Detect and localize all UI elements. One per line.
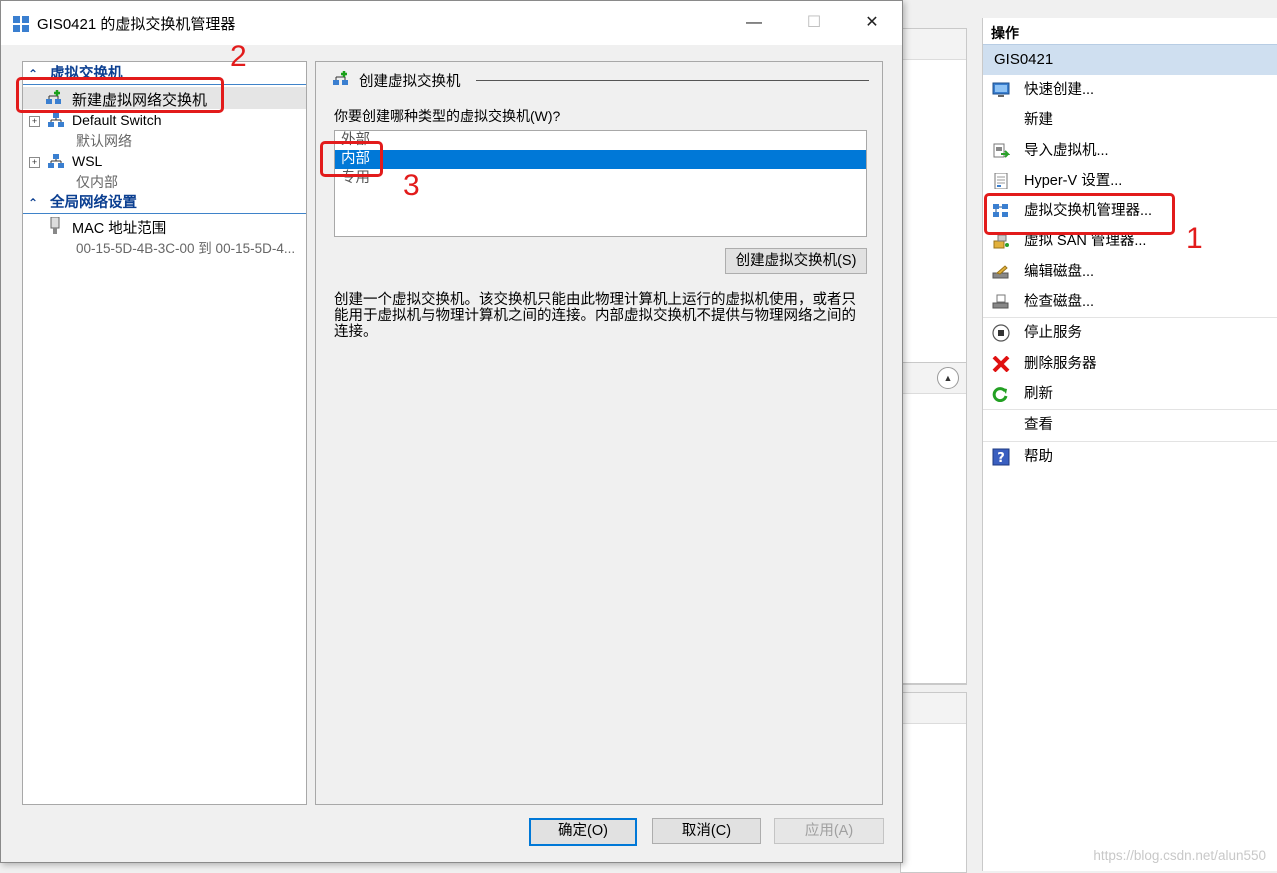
switch-manager-icon — [13, 16, 29, 32]
switch-name[interactable]: WSL — [72, 153, 102, 169]
action-view[interactable]: 查看 — [983, 409, 1277, 440]
dialog-titlebar[interactable]: GIS0421 的虚拟交换机管理器 — ☐ ✕ — [1, 1, 902, 45]
switch-type-prompt: 你要创建哪种类型的虚拟交换机(W)? — [334, 108, 561, 124]
mac-range-value: 00-15-5D-4B-3C-00 到 00-15-5D-4... — [76, 241, 296, 256]
action-import-vm[interactable]: 导入虚拟机... — [983, 136, 1277, 166]
settings-doc-icon — [994, 172, 1008, 189]
expand-icon[interactable]: + — [29, 157, 40, 168]
action-quick-create[interactable]: 快速创建... — [983, 75, 1277, 105]
group-divider — [476, 80, 869, 81]
action-help[interactable]: ? 帮助 — [983, 440, 1277, 472]
actions-server-group[interactable]: GIS0421 — [983, 44, 1277, 75]
action-label: 停止服务 — [1024, 325, 1082, 342]
list-item-selected[interactable]: 内部 — [335, 150, 866, 169]
tree-section-global[interactable]: ⌃ 全局网络设置 — [23, 193, 306, 214]
annotation-box-2 — [16, 77, 224, 113]
apply-button[interactable]: 应用(A) — [774, 818, 884, 844]
stop-service-icon — [992, 324, 1010, 342]
dialog-title: GIS0421 的虚拟交换机管理器 — [37, 16, 236, 33]
switch-tree: ⌃ 虚拟交换机 新建虚拟网络交换机 + Default Switch 默认网络 … — [22, 61, 307, 805]
minimize-button[interactable]: — — [731, 1, 777, 45]
import-vm-icon — [993, 143, 1010, 158]
action-hyperv-settings[interactable]: Hyper-V 设置... — [983, 166, 1277, 196]
watermark-text: https://blog.csdn.net/alun550 — [1093, 848, 1266, 863]
action-remove-server[interactable]: 删除服务器 — [983, 349, 1277, 379]
details-panel-top — [900, 362, 967, 684]
switch-name[interactable]: Default Switch — [72, 112, 161, 128]
actions-title: 操作 — [991, 25, 1019, 41]
collapse-up-icon[interactable]: ▲ — [937, 367, 959, 389]
list-item[interactable]: 外部 — [335, 131, 866, 150]
create-switch-panel: 创建虚拟交换机 你要创建哪种类型的虚拟交换机(W)? 外部 内部 专用 创建虚拟… — [315, 61, 883, 805]
details-panel-bottom — [900, 692, 967, 873]
annotation-box-3 — [320, 141, 383, 177]
action-label: Hyper-V 设置... — [1024, 172, 1123, 189]
action-refresh[interactable]: 刷新 — [983, 379, 1277, 409]
inspect-disk-icon — [992, 294, 1009, 309]
help-icon: ? — [992, 448, 1010, 466]
cancel-button[interactable]: 取消(C) — [652, 818, 761, 844]
action-label: 导入虚拟机... — [1024, 142, 1109, 159]
annotation-number-1: 1 — [1186, 222, 1203, 255]
action-label: 检查磁盘... — [1024, 294, 1095, 311]
switch-type: 默认网络 — [76, 133, 132, 149]
maximize-button[interactable]: ☐ — [791, 1, 837, 45]
action-label: 刷新 — [1024, 385, 1053, 402]
san-manager-icon — [993, 234, 1009, 249]
switch-type: 仅内部 — [76, 174, 118, 190]
switch-type-description: 创建一个虚拟交换机。该交换机只能由此物理计算机上运行的虚拟机使用，或者只能用于虚… — [334, 292, 856, 340]
action-new[interactable]: 新建 — [983, 105, 1277, 135]
details-bottom-header — [901, 693, 966, 724]
action-label: 新建 — [1024, 112, 1053, 129]
action-label: 快速创建... — [1024, 82, 1095, 98]
network-adapter-icon — [50, 217, 60, 234]
refresh-icon — [992, 387, 1008, 402]
collapse-chevron-icon[interactable]: ⌃ — [28, 193, 38, 213]
annotation-number-3: 3 — [403, 169, 420, 202]
action-label: 帮助 — [1024, 448, 1053, 465]
create-switch-button[interactable]: 创建虚拟交换机(S) — [725, 248, 867, 274]
action-label: 删除服务器 — [1024, 355, 1097, 372]
action-label: 虚拟 SAN 管理器... — [1024, 233, 1147, 250]
close-button[interactable]: ✕ — [849, 1, 895, 45]
edit-disk-icon — [992, 265, 1009, 279]
svg-text:?: ? — [997, 451, 1005, 466]
action-stop-service[interactable]: 停止服务 — [983, 317, 1277, 348]
switch-manager-dialog: GIS0421 的虚拟交换机管理器 — ☐ ✕ ⌃ 虚拟交换机 新建虚拟网络交换… — [0, 0, 903, 863]
mac-range-label[interactable]: MAC 地址范围 — [72, 217, 166, 238]
annotation-number-2: 2 — [230, 40, 247, 73]
actions-pane: 操作 GIS0421 快速创建... 新建 导入虚拟机... Hyper-V 设… — [982, 18, 1277, 871]
network-switch-icon — [48, 154, 64, 168]
action-edit-disk[interactable]: 编辑磁盘... — [983, 257, 1277, 287]
ok-button[interactable]: 确定(O) — [529, 818, 637, 846]
network-switch-icon — [48, 113, 64, 127]
action-inspect-disk[interactable]: 检查磁盘... — [983, 287, 1277, 317]
annotation-box-1 — [984, 193, 1175, 235]
action-label: 查看 — [1024, 417, 1053, 434]
group-title: 创建虚拟交换机 — [359, 74, 461, 90]
quick-create-icon — [992, 82, 1010, 97]
vm-list-header — [901, 29, 966, 60]
expand-icon[interactable]: + — [29, 116, 40, 127]
network-switch-add-icon — [333, 71, 348, 85]
remove-server-icon — [992, 355, 1010, 372]
action-label: 编辑磁盘... — [1024, 263, 1095, 280]
section-label: 全局网络设置 — [50, 195, 137, 211]
